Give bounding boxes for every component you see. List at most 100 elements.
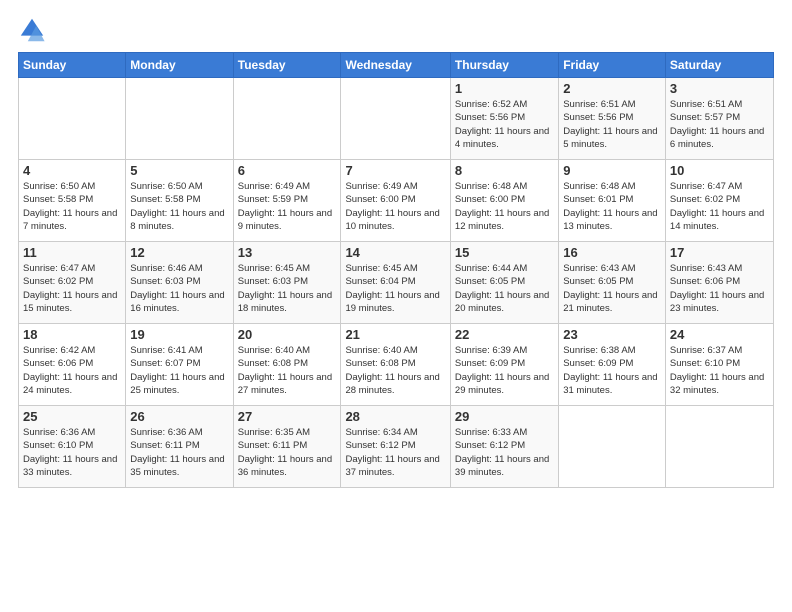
day-info: Sunrise: 6:46 AMSunset: 6:03 PMDaylight:… bbox=[130, 262, 228, 315]
day-info: Sunrise: 6:43 AMSunset: 6:06 PMDaylight:… bbox=[670, 262, 769, 315]
calendar-cell: 10Sunrise: 6:47 AMSunset: 6:02 PMDayligh… bbox=[665, 160, 773, 242]
calendar-cell: 8 Sunrise: 6:48 AMSunset: 6:00 PMDaylight… bbox=[450, 160, 558, 242]
calendar-cell bbox=[341, 78, 450, 160]
day-info: Sunrise: 6:50 AMSunset: 5:58 PMDaylight:… bbox=[23, 180, 121, 233]
calendar-cell: 11 Sunrise: 6:47 AMSunset: 6:02 PMDayligh… bbox=[19, 242, 126, 324]
day-info: Sunrise: 6:35 AMSunset: 6:11 PMDaylight:… bbox=[238, 426, 337, 479]
weekday-header-wednesday: Wednesday bbox=[341, 53, 450, 78]
calendar-cell: 6 Sunrise: 6:49 AMSunset: 5:59 PMDaylight… bbox=[233, 160, 341, 242]
weekday-header-tuesday: Tuesday bbox=[233, 53, 341, 78]
day-number: 20 bbox=[238, 327, 337, 342]
calendar-cell: 13Sunrise: 6:45 AMSunset: 6:03 PMDayligh… bbox=[233, 242, 341, 324]
day-info: Sunrise: 6:47 AMSunset: 6:02 PMDaylight:… bbox=[670, 180, 769, 233]
day-info: Sunrise: 6:48 AMSunset: 6:00 PMDaylight:… bbox=[455, 180, 554, 233]
calendar-cell bbox=[233, 78, 341, 160]
day-number: 9 bbox=[563, 163, 661, 178]
day-info: Sunrise: 6:40 AMSunset: 6:08 PMDaylight:… bbox=[238, 344, 337, 397]
calendar-cell: 17 Sunrise: 6:43 AMSunset: 6:06 PMDayligh… bbox=[665, 242, 773, 324]
calendar-cell: 15 Sunrise: 6:44 AMSunset: 6:05 PMDayligh… bbox=[450, 242, 558, 324]
day-number: 26 bbox=[130, 409, 228, 424]
day-number: 28 bbox=[345, 409, 445, 424]
day-info: Sunrise: 6:42 AMSunset: 6:06 PMDaylight:… bbox=[23, 344, 121, 397]
day-number: 1 bbox=[455, 81, 554, 96]
weekday-header-sunday: Sunday bbox=[19, 53, 126, 78]
day-info: Sunrise: 6:40 AMSunset: 6:08 PMDaylight:… bbox=[345, 344, 445, 397]
day-info: Sunrise: 6:36 AMSunset: 6:10 PMDaylight:… bbox=[23, 426, 121, 479]
calendar-cell bbox=[19, 78, 126, 160]
calendar-table: SundayMondayTuesdayWednesdayThursdayFrid… bbox=[18, 52, 774, 488]
day-info: Sunrise: 6:45 AMSunset: 6:04 PMDaylight:… bbox=[345, 262, 445, 315]
day-info: Sunrise: 6:39 AMSunset: 6:09 PMDaylight:… bbox=[455, 344, 554, 397]
day-info: Sunrise: 6:48 AMSunset: 6:01 PMDaylight:… bbox=[563, 180, 661, 233]
calendar-cell: 19 Sunrise: 6:41 AMSunset: 6:07 PMDayligh… bbox=[126, 324, 233, 406]
calendar-cell: 27 Sunrise: 6:35 AMSunset: 6:11 PMDayligh… bbox=[233, 406, 341, 488]
calendar-cell: 26 Sunrise: 6:36 AMSunset: 6:11 PMDayligh… bbox=[126, 406, 233, 488]
calendar-cell: 2 Sunrise: 6:51 AMSunset: 5:56 PMDaylight… bbox=[559, 78, 666, 160]
calendar-cell: 7Sunrise: 6:49 AMSunset: 6:00 PMDaylight… bbox=[341, 160, 450, 242]
weekday-header-saturday: Saturday bbox=[665, 53, 773, 78]
day-number: 8 bbox=[455, 163, 554, 178]
calendar-cell: 22 Sunrise: 6:39 AMSunset: 6:09 PMDayligh… bbox=[450, 324, 558, 406]
day-info: Sunrise: 6:43 AMSunset: 6:05 PMDaylight:… bbox=[563, 262, 661, 315]
day-number: 4 bbox=[23, 163, 121, 178]
day-info: Sunrise: 6:36 AMSunset: 6:11 PMDaylight:… bbox=[130, 426, 228, 479]
day-number: 21 bbox=[345, 327, 445, 342]
day-info: Sunrise: 6:41 AMSunset: 6:07 PMDaylight:… bbox=[130, 344, 228, 397]
day-number: 23 bbox=[563, 327, 661, 342]
calendar-week-2: 4 Sunrise: 6:50 AMSunset: 5:58 PMDaylight… bbox=[19, 160, 774, 242]
day-info: Sunrise: 6:51 AMSunset: 5:56 PMDaylight:… bbox=[563, 98, 661, 151]
page: SundayMondayTuesdayWednesdayThursdayFrid… bbox=[0, 0, 792, 612]
day-info: Sunrise: 6:44 AMSunset: 6:05 PMDaylight:… bbox=[455, 262, 554, 315]
weekday-header-thursday: Thursday bbox=[450, 53, 558, 78]
day-info: Sunrise: 6:33 AMSunset: 6:12 PMDaylight:… bbox=[455, 426, 554, 479]
day-number: 13 bbox=[238, 245, 337, 260]
day-number: 25 bbox=[23, 409, 121, 424]
day-number: 27 bbox=[238, 409, 337, 424]
calendar-cell: 5Sunrise: 6:50 AMSunset: 5:58 PMDaylight… bbox=[126, 160, 233, 242]
calendar-week-3: 11 Sunrise: 6:47 AMSunset: 6:02 PMDayligh… bbox=[19, 242, 774, 324]
day-info: Sunrise: 6:50 AMSunset: 5:58 PMDaylight:… bbox=[130, 180, 228, 233]
day-number: 24 bbox=[670, 327, 769, 342]
calendar-cell bbox=[559, 406, 666, 488]
day-number: 22 bbox=[455, 327, 554, 342]
day-number: 2 bbox=[563, 81, 661, 96]
header bbox=[18, 16, 774, 44]
day-number: 12 bbox=[130, 245, 228, 260]
day-number: 29 bbox=[455, 409, 554, 424]
calendar-cell: 25 Sunrise: 6:36 AMSunset: 6:10 PMDayligh… bbox=[19, 406, 126, 488]
weekday-header-friday: Friday bbox=[559, 53, 666, 78]
logo-icon bbox=[18, 16, 46, 44]
day-number: 11 bbox=[23, 245, 121, 260]
day-info: Sunrise: 6:49 AMSunset: 6:00 PMDaylight:… bbox=[345, 180, 445, 233]
day-number: 16 bbox=[563, 245, 661, 260]
calendar-cell bbox=[665, 406, 773, 488]
day-info: Sunrise: 6:37 AMSunset: 6:10 PMDaylight:… bbox=[670, 344, 769, 397]
day-number: 19 bbox=[130, 327, 228, 342]
day-number: 17 bbox=[670, 245, 769, 260]
calendar-cell: 23 Sunrise: 6:38 AMSunset: 6:09 PMDayligh… bbox=[559, 324, 666, 406]
calendar-week-5: 25 Sunrise: 6:36 AMSunset: 6:10 PMDayligh… bbox=[19, 406, 774, 488]
day-info: Sunrise: 6:34 AMSunset: 6:12 PMDaylight:… bbox=[345, 426, 445, 479]
weekday-header-monday: Monday bbox=[126, 53, 233, 78]
calendar-cell bbox=[126, 78, 233, 160]
day-number: 15 bbox=[455, 245, 554, 260]
calendar-cell: 12 Sunrise: 6:46 AMSunset: 6:03 PMDayligh… bbox=[126, 242, 233, 324]
day-number: 18 bbox=[23, 327, 121, 342]
day-info: Sunrise: 6:51 AMSunset: 5:57 PMDaylight:… bbox=[670, 98, 769, 151]
day-info: Sunrise: 6:49 AMSunset: 5:59 PMDaylight:… bbox=[238, 180, 337, 233]
calendar-week-1: 1Sunrise: 6:52 AMSunset: 5:56 PMDaylight… bbox=[19, 78, 774, 160]
calendar-cell: 18 Sunrise: 6:42 AMSunset: 6:06 PMDayligh… bbox=[19, 324, 126, 406]
calendar-week-4: 18 Sunrise: 6:42 AMSunset: 6:06 PMDayligh… bbox=[19, 324, 774, 406]
calendar-cell: 29 Sunrise: 6:33 AMSunset: 6:12 PMDayligh… bbox=[450, 406, 558, 488]
calendar-cell: 4 Sunrise: 6:50 AMSunset: 5:58 PMDaylight… bbox=[19, 160, 126, 242]
day-info: Sunrise: 6:38 AMSunset: 6:09 PMDaylight:… bbox=[563, 344, 661, 397]
day-number: 6 bbox=[238, 163, 337, 178]
day-number: 3 bbox=[670, 81, 769, 96]
calendar-cell: 3 Sunrise: 6:51 AMSunset: 5:57 PMDaylight… bbox=[665, 78, 773, 160]
weekday-header-row: SundayMondayTuesdayWednesdayThursdayFrid… bbox=[19, 53, 774, 78]
day-number: 14 bbox=[345, 245, 445, 260]
calendar-cell: 1Sunrise: 6:52 AMSunset: 5:56 PMDaylight… bbox=[450, 78, 558, 160]
calendar-cell: 21 Sunrise: 6:40 AMSunset: 6:08 PMDayligh… bbox=[341, 324, 450, 406]
calendar-cell: 24 Sunrise: 6:37 AMSunset: 6:10 PMDayligh… bbox=[665, 324, 773, 406]
day-info: Sunrise: 6:47 AMSunset: 6:02 PMDaylight:… bbox=[23, 262, 121, 315]
